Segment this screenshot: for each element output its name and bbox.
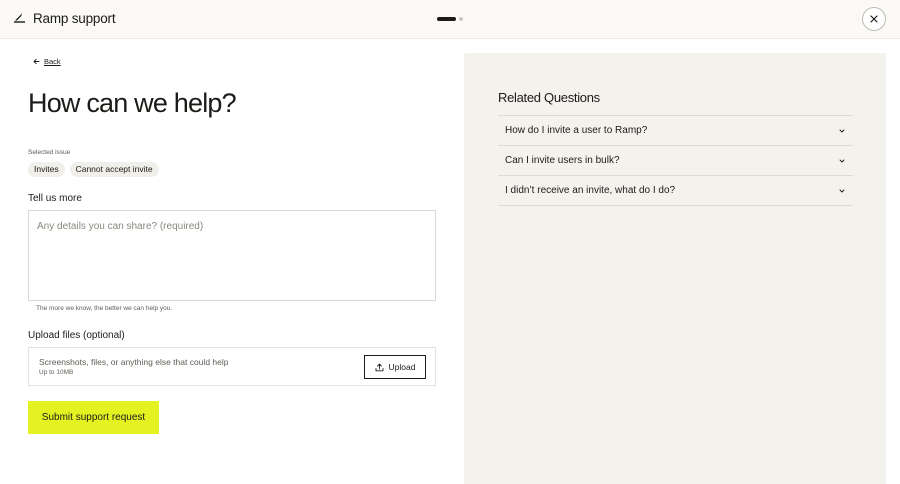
details-helper-text: The more we know, the better we can help… [36, 305, 173, 312]
selected-issue-chips: Invites Cannot accept invite [28, 162, 159, 177]
faq-question: Can I invite users in bulk? [505, 155, 620, 166]
faq-item-no-invite-received[interactable]: I didn’t receive an invite, what do I do… [498, 176, 853, 206]
ramp-logo-icon [14, 13, 25, 23]
related-questions-panel: Related Questions How do I invite a user… [464, 53, 886, 484]
related-questions-list: How do I invite a user to Ramp? Can I in… [498, 115, 853, 206]
upload-description: Screenshots, files, or anything else tha… [39, 357, 229, 367]
upload-label: Upload files (optional) [28, 330, 125, 341]
chevron-down-icon [839, 159, 845, 162]
upload-dropzone[interactable]: Screenshots, files, or anything else tha… [28, 347, 436, 386]
faq-item-invite-user[interactable]: How do I invite a user to Ramp? [498, 116, 853, 146]
chevron-down-icon [839, 189, 845, 192]
upload-icon [375, 363, 383, 371]
selected-issue-label: Selected issue [28, 149, 71, 156]
close-icon [870, 15, 878, 23]
progress-step-next [459, 17, 463, 21]
related-questions-title: Related Questions [498, 90, 600, 105]
faq-item-bulk-invite[interactable]: Can I invite users in bulk? [498, 146, 853, 176]
upload-size-limit: Up to 10MB [39, 369, 74, 376]
submit-support-request-button[interactable]: Submit support request [28, 401, 159, 434]
faq-question: I didn’t receive an invite, what do I do… [505, 185, 676, 196]
close-button[interactable] [862, 7, 886, 31]
upload-button[interactable]: Upload [364, 355, 426, 379]
back-link[interactable]: Back [33, 57, 61, 66]
arrow-left-icon [33, 58, 40, 65]
page-title: How can we help? [28, 88, 237, 118]
progress-step-current [437, 17, 456, 21]
back-label: Back [44, 57, 61, 66]
issue-chip-category: Invites [28, 162, 65, 177]
faq-question: How do I invite a user to Ramp? [505, 125, 648, 136]
issue-chip-topic: Cannot accept invite [69, 162, 159, 177]
details-field[interactable] [28, 210, 436, 301]
chevron-down-icon [839, 129, 845, 132]
details-input[interactable] [37, 221, 427, 290]
upload-button-label: Upload [388, 362, 416, 372]
top-bar: Ramp support [0, 0, 900, 39]
details-label: Tell us more [28, 193, 82, 204]
app-title: Ramp support [33, 11, 116, 26]
